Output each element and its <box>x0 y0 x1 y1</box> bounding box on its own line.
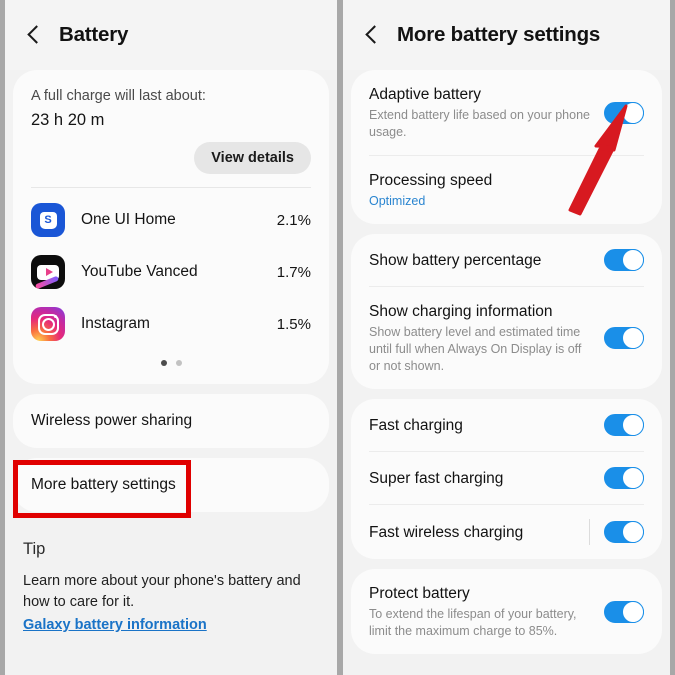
tip-body: Learn more about your phone's battery an… <box>23 573 301 610</box>
setting-text: Fast wireless charging <box>369 522 589 543</box>
toggle-knob <box>622 249 644 271</box>
page-title: More battery settings <box>397 23 601 46</box>
setting-text: Adaptive battery Extend battery life bas… <box>369 84 604 141</box>
view-details-row: View details <box>13 132 329 174</box>
battery-summary: A full charge will last about: 23 h 20 m <box>13 70 329 132</box>
view-details-button[interactable]: View details <box>194 142 311 174</box>
battery-summary-card: A full charge will last about: 23 h 20 m… <box>13 70 329 384</box>
setting-title: Super fast charging <box>369 469 504 487</box>
setting-title: Processing speed <box>369 172 493 189</box>
app-usage-value: 1.5% <box>276 315 311 333</box>
toggle-show-charging-information[interactable] <box>604 327 644 349</box>
youtube-vanced-icon <box>31 255 65 289</box>
tip-title: Tip <box>23 540 46 558</box>
tip-section: Tip Learn more about your phone's batter… <box>5 522 337 634</box>
toggle-knob <box>622 101 644 124</box>
back-chevron-icon[interactable] <box>23 24 45 46</box>
setting-subtitle: Extend battery life based on your phone … <box>369 108 590 139</box>
battery-screen: Battery A full charge will last about: 2… <box>5 0 337 675</box>
screenshot-root: Battery A full charge will last about: 2… <box>0 0 675 675</box>
setting-row-processing-speed[interactable]: Processing speed Optimized <box>351 156 662 224</box>
setting-subtitle: To extend the lifespan of your battery, … <box>369 607 577 638</box>
setting-title: Protect battery <box>369 585 470 602</box>
list-item[interactable]: Instagram 1.5% <box>13 298 329 350</box>
galaxy-battery-information-link[interactable]: Galaxy battery information <box>23 617 207 633</box>
back-chevron-icon[interactable] <box>361 24 383 46</box>
left-appbar: Battery <box>5 0 337 70</box>
toggle-knob <box>622 521 644 543</box>
toggle-adaptive-battery[interactable] <box>604 101 644 124</box>
setting-row-show-battery-percentage[interactable]: Show battery percentage <box>351 234 662 286</box>
page-dot-active[interactable] <box>160 360 167 366</box>
toggle-protect-battery[interactable] <box>604 600 644 623</box>
summary-value: 23 h 20 m <box>31 111 105 129</box>
row-more-battery-settings[interactable]: More battery settings <box>13 458 329 512</box>
setting-row-show-charging-information[interactable]: Show charging information Show battery l… <box>351 287 662 389</box>
setting-row-adaptive-battery[interactable]: Adaptive battery Extend battery life bas… <box>351 70 662 155</box>
summary-label: A full charge will last about: <box>31 88 206 104</box>
app-usage-value: 2.1% <box>276 211 311 229</box>
setting-title: Show charging information <box>369 303 553 320</box>
setting-text: Protect battery To extend the lifespan o… <box>369 583 604 640</box>
setting-subtitle: Optimized <box>369 194 426 208</box>
page-indicator[interactable] <box>13 350 329 384</box>
instagram-icon <box>31 307 65 341</box>
setting-text: Show battery percentage <box>369 250 604 271</box>
app-usage-list: S One UI Home 2.1% YouTube Vanced 1.7% I… <box>13 188 329 350</box>
toggle-knob <box>622 600 644 623</box>
row-wireless-power-sharing[interactable]: Wireless power sharing <box>13 394 329 448</box>
list-item[interactable]: S One UI Home 2.1% <box>13 194 329 246</box>
settings-group-adaptive: Adaptive battery Extend battery life bas… <box>351 70 662 224</box>
settings-group-display: Show battery percentage Show charging in… <box>351 234 662 389</box>
setting-title: Adaptive battery <box>369 86 482 103</box>
setting-title: Show battery percentage <box>369 251 542 269</box>
app-name: Instagram <box>81 315 150 332</box>
more-battery-settings-card: More battery settings <box>13 458 329 512</box>
settings-group-protect: Protect battery To extend the lifespan o… <box>351 569 662 654</box>
toggle-fast-charging[interactable] <box>604 414 644 436</box>
app-usage-value: 1.7% <box>276 263 311 281</box>
settings-group-charging: Fast charging Super fast charging Fast w… <box>351 399 662 559</box>
one-ui-home-icon: S <box>31 203 65 237</box>
app-name: YouTube Vanced <box>81 263 198 280</box>
list-item[interactable]: YouTube Vanced 1.7% <box>13 246 329 298</box>
setting-row-fast-wireless-charging[interactable]: Fast wireless charging <box>351 505 662 559</box>
setting-row-super-fast-charging[interactable]: Super fast charging <box>351 452 662 504</box>
toggle-super-fast-charging[interactable] <box>604 467 644 489</box>
toggle-separator <box>589 519 590 545</box>
toggle-knob <box>622 467 644 489</box>
toggle-fast-wireless-charging[interactable] <box>604 521 644 543</box>
page-title: Battery <box>59 23 129 46</box>
toggle-knob <box>622 414 644 436</box>
setting-row-protect-battery[interactable]: Protect battery To extend the lifespan o… <box>351 569 662 654</box>
right-appbar: More battery settings <box>343 0 670 70</box>
more-battery-settings-screen: More battery settings Adaptive battery E… <box>343 0 670 675</box>
setting-title: Fast charging <box>369 416 463 434</box>
setting-text: Processing speed Optimized <box>369 170 644 210</box>
page-dot-inactive[interactable] <box>175 360 182 366</box>
setting-text: Super fast charging <box>369 468 604 489</box>
app-name: One UI Home <box>81 211 176 228</box>
toggle-show-battery-percentage[interactable] <box>604 249 644 271</box>
wireless-power-sharing-card: Wireless power sharing <box>13 394 329 448</box>
setting-row-fast-charging[interactable]: Fast charging <box>351 399 662 451</box>
setting-text: Show charging information Show battery l… <box>369 301 604 375</box>
setting-subtitle: Show battery level and estimated time un… <box>369 325 582 373</box>
setting-title: Fast wireless charging <box>369 523 524 541</box>
setting-text: Fast charging <box>369 415 604 436</box>
toggle-knob <box>622 327 644 349</box>
